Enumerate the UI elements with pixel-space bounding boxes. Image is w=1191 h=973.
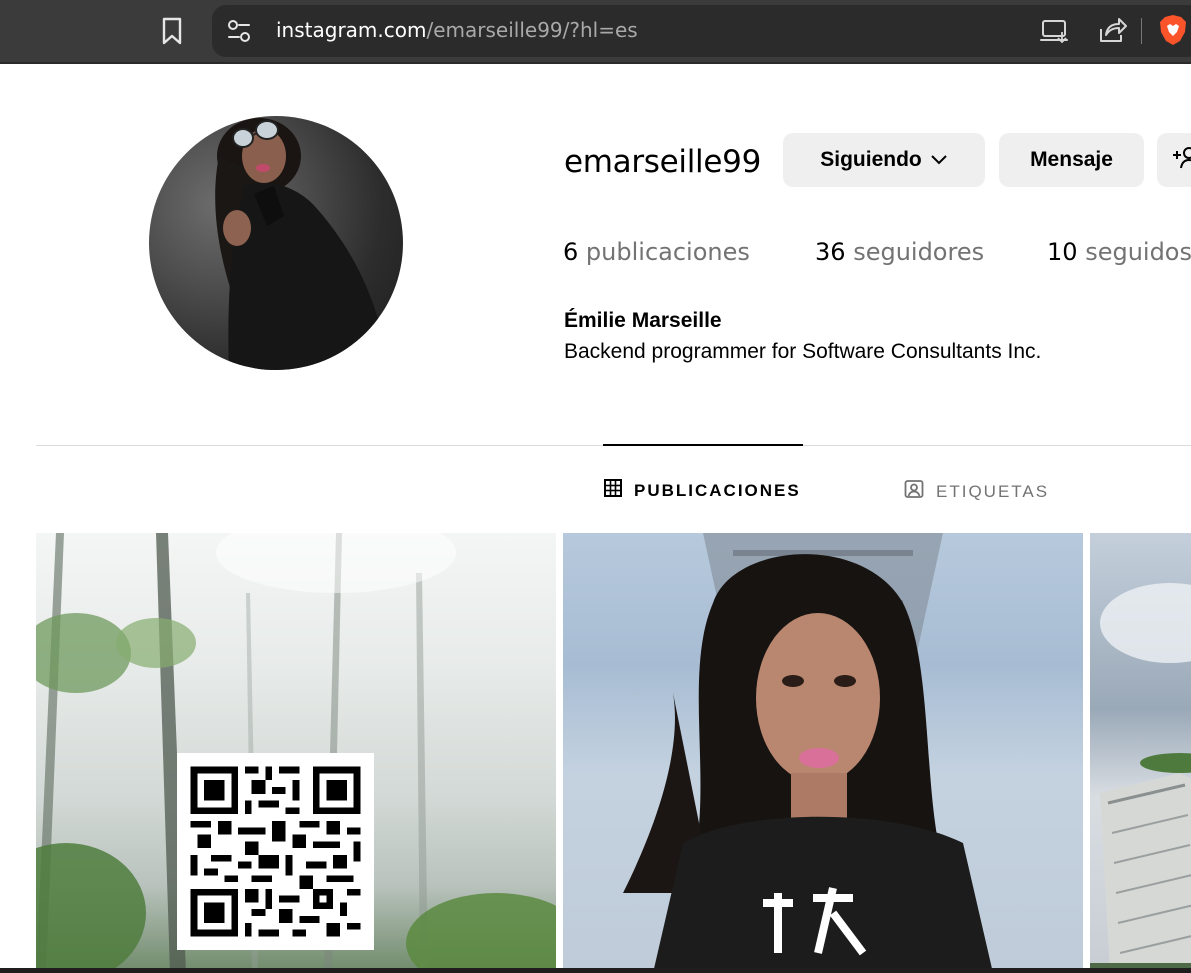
tab-tagged-label: ETIQUETAS (936, 481, 1050, 501)
posts-count-stat: 6 publicaciones (563, 236, 750, 268)
site-settings-icon[interactable] (226, 18, 252, 44)
url-host: instagram.com (276, 18, 427, 42)
posts-count: 6 (563, 238, 579, 266)
message-button[interactable]: Mensaje (999, 133, 1144, 187)
followers-stat[interactable]: 36 seguidores (815, 236, 984, 268)
qr-code (177, 753, 374, 950)
suggest-user-button[interactable] (1157, 133, 1191, 187)
toolbar-divider (0, 62, 1191, 64)
followers-label: seguidores (853, 238, 985, 266)
url-path: /emarseille99/?hl=es (426, 18, 638, 42)
following-stat[interactable]: 10 seguidos (1047, 236, 1191, 268)
profile-username: emarseille99 (564, 144, 761, 180)
toolbar-separator (1141, 18, 1142, 44)
tab-tagged[interactable]: ETIQUETAS (904, 479, 1049, 504)
taskbar-edge (0, 968, 1191, 973)
post-thumbnail[interactable] (563, 533, 1083, 973)
followers-count: 36 (815, 238, 846, 266)
chevron-down-icon (930, 148, 948, 172)
tab-posts-label: PUBLICACIONES (634, 480, 801, 500)
grid-icon (604, 479, 622, 502)
post-thumbnail[interactable] (1090, 533, 1191, 973)
brave-shield-icon[interactable] (1158, 14, 1188, 46)
following-stat-label: seguidos (1085, 238, 1191, 266)
following-label: Siguiendo (820, 148, 922, 171)
posts-label: publicaciones (585, 238, 750, 266)
following-button[interactable]: Siguiendo (783, 133, 985, 187)
url-text[interactable]: instagram.com/emarseille99/?hl=es (276, 16, 638, 44)
bookmark-icon[interactable] (158, 16, 186, 46)
message-label: Mensaje (1030, 148, 1113, 171)
cast-icon[interactable] (1040, 18, 1070, 44)
tab-posts[interactable]: PUBLICACIONES (604, 479, 801, 502)
share-icon[interactable] (1097, 15, 1127, 45)
tagged-user-icon (904, 479, 924, 504)
profile-avatar[interactable] (149, 116, 403, 370)
following-count: 10 (1047, 238, 1078, 266)
add-user-icon (1171, 145, 1191, 175)
active-tab-indicator (603, 444, 803, 446)
profile-full-name: Émilie Marseille (564, 309, 722, 332)
profile-bio: Backend programmer for Software Consulta… (564, 340, 1042, 363)
